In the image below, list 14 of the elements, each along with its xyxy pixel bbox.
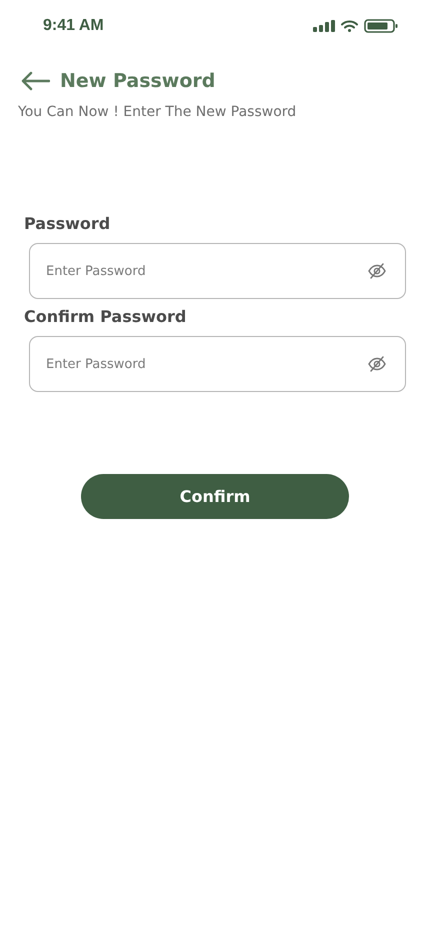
field-label: Confirm Password [24,307,188,326]
password-field[interactable]: Enter Password [29,243,406,299]
page-title: New Password [60,70,216,92]
field-label: Password [24,214,112,233]
signal-icon [313,20,335,32]
battery-icon [364,19,398,33]
confirm-button[interactable]: Confirm [81,474,349,519]
eye-off-icon[interactable] [368,263,386,279]
subtitle: You Can Now ! Enter The New Password [18,104,298,120]
back-button[interactable] [20,71,50,91]
password-field[interactable]: Enter Password [29,336,406,392]
status-time: 9:41 AM [43,17,104,35]
wifi-icon [341,20,358,32]
eye-off-icon[interactable] [368,356,386,372]
